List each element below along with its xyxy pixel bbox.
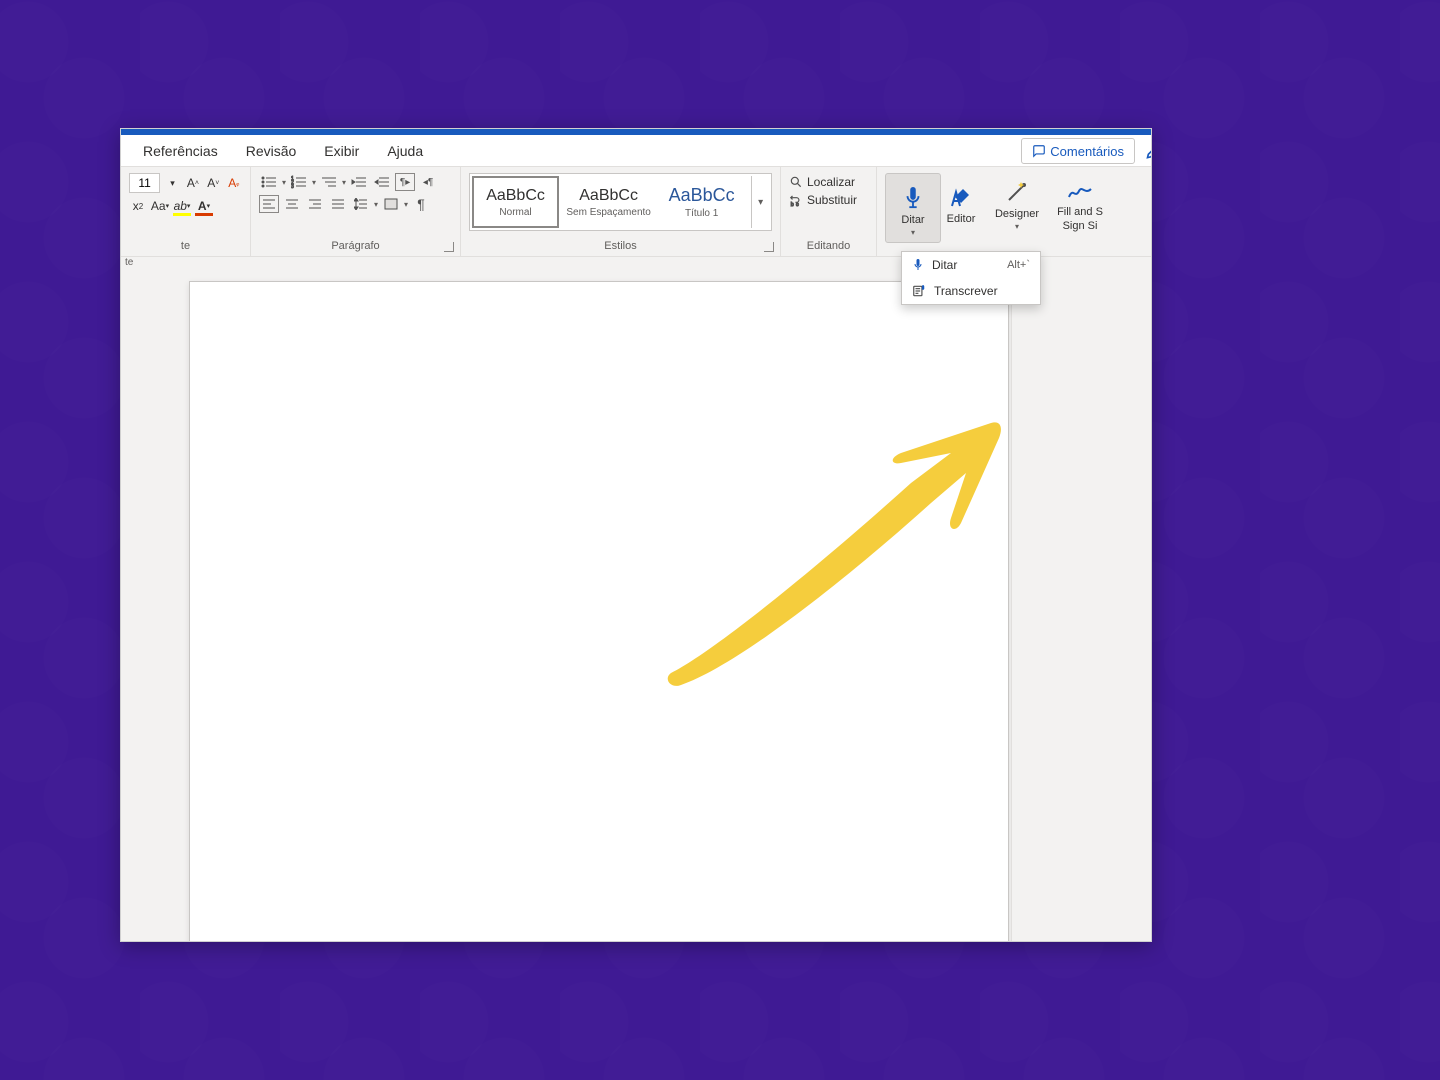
menu-ditar[interactable]: Ditar Alt+` bbox=[902, 252, 1040, 278]
rtl-icon[interactable]: ◂¶ bbox=[418, 173, 438, 191]
word-window: Referências Revisão Exibir Ajuda Comentá… bbox=[120, 128, 1152, 942]
svg-text:3: 3 bbox=[291, 184, 294, 189]
fill-sign-label2: Sign Si bbox=[1063, 220, 1098, 232]
style-preview: AaBbCc bbox=[579, 187, 638, 205]
paragraph-group-label: Parágrafo bbox=[259, 240, 452, 254]
styles-more-button[interactable]: ▾ bbox=[751, 176, 769, 228]
fill-and-sign-button[interactable]: Fill and S Sign Si bbox=[1045, 167, 1115, 237]
microphone-icon bbox=[912, 258, 924, 272]
replace-button[interactable]: bc Substituir bbox=[789, 191, 868, 209]
ribbon: 11 ▾ A˄ A˅ Aᵩ x2 Aa▾ ab▾ A▾ te bbox=[121, 167, 1151, 257]
change-case-icon[interactable]: Aa▾ bbox=[151, 197, 169, 215]
styles-group-label: Estilos bbox=[469, 240, 772, 254]
editor-label: Editor bbox=[947, 213, 976, 225]
svg-text:c: c bbox=[796, 202, 799, 207]
align-left-icon[interactable] bbox=[259, 195, 279, 213]
style-name-label: Normal bbox=[499, 207, 531, 218]
find-button[interactable]: Localizar bbox=[789, 173, 868, 191]
menu-ditar-shortcut: Alt+` bbox=[1007, 259, 1030, 271]
tab-referencias[interactable]: Referências bbox=[129, 135, 232, 166]
replace-icon: bc bbox=[789, 193, 803, 207]
document-page[interactable] bbox=[189, 281, 1009, 942]
fill-sign-label1: Fill and S bbox=[1057, 206, 1103, 218]
editing-group-label: Editando bbox=[789, 240, 868, 254]
menu-transcrever-label: Transcrever bbox=[934, 284, 998, 298]
editor-button[interactable]: Editor bbox=[933, 167, 989, 237]
font-size-input[interactable]: 11 bbox=[129, 173, 160, 193]
superscript-icon[interactable]: x2 bbox=[129, 197, 147, 215]
ltr-icon[interactable]: ¶▸ bbox=[395, 173, 415, 191]
increase-indent-icon[interactable] bbox=[372, 173, 392, 191]
decrease-indent-icon[interactable] bbox=[349, 173, 369, 191]
comments-label: Comentários bbox=[1050, 144, 1124, 159]
style-name-label: Título 1 bbox=[685, 208, 718, 219]
font-color-icon[interactable]: A▾ bbox=[195, 197, 213, 215]
wand-icon bbox=[1003, 178, 1031, 206]
chevron-down-icon: ▾ bbox=[1015, 222, 1019, 231]
style-preview: AaBbCc bbox=[669, 185, 735, 206]
voice-group: Ditar ▾ bbox=[877, 167, 933, 256]
tab-revisao[interactable]: Revisão bbox=[232, 135, 311, 166]
align-center-icon[interactable] bbox=[282, 195, 302, 213]
menu-transcrever[interactable]: Transcrever bbox=[902, 278, 1040, 304]
comment-icon bbox=[1032, 144, 1046, 158]
search-icon bbox=[789, 175, 803, 189]
styles-group: AaBbCc Normal AaBbCc Sem Espaçamento AaB… bbox=[461, 167, 781, 256]
styles-launcher-icon[interactable] bbox=[764, 242, 774, 252]
style-name-label: Sem Espaçamento bbox=[566, 207, 651, 218]
sign-icon bbox=[1066, 176, 1094, 204]
transcribe-icon bbox=[912, 284, 926, 298]
show-marks-icon[interactable]: ¶ bbox=[411, 195, 431, 213]
shrink-font-icon[interactable]: A˅ bbox=[205, 174, 221, 192]
edit-pencil-icon[interactable] bbox=[1145, 141, 1152, 161]
ribbon-tabs: Referências Revisão Exibir Ajuda Comentá… bbox=[121, 135, 1151, 167]
style-normal[interactable]: AaBbCc Normal bbox=[472, 176, 559, 228]
find-label: Localizar bbox=[807, 175, 855, 189]
font-group-label: te bbox=[129, 240, 242, 254]
comments-button[interactable]: Comentários bbox=[1021, 138, 1135, 164]
bullets-icon[interactable] bbox=[259, 173, 279, 191]
align-right-icon[interactable] bbox=[305, 195, 325, 213]
style-titulo-1[interactable]: AaBbCc Título 1 bbox=[658, 176, 745, 228]
editor-icon bbox=[947, 183, 975, 211]
highlight-icon[interactable]: ab▾ bbox=[173, 197, 191, 215]
document-area: te bbox=[121, 257, 1151, 941]
replace-label: Substituir bbox=[807, 193, 857, 207]
tab-exibir[interactable]: Exibir bbox=[310, 135, 373, 166]
styles-gallery: AaBbCc Normal AaBbCc Sem Espaçamento AaB… bbox=[469, 173, 772, 231]
style-preview: AaBbCc bbox=[486, 187, 545, 205]
grow-font-icon[interactable]: A˄ bbox=[185, 174, 201, 192]
clear-formatting-icon[interactable]: Aᵩ bbox=[226, 174, 242, 192]
designer-label: Designer bbox=[995, 208, 1039, 220]
side-panel bbox=[1011, 281, 1151, 942]
paragraph-group: ▾ 123 ▾ ▾ ¶▸ ◂¶ bbox=[251, 167, 461, 256]
tab-ajuda[interactable]: Ajuda bbox=[373, 135, 437, 166]
justify-icon[interactable] bbox=[328, 195, 348, 213]
style-sem-espacamento[interactable]: AaBbCc Sem Espaçamento bbox=[565, 176, 652, 228]
paragraph-launcher-icon[interactable] bbox=[444, 242, 454, 252]
font-group: 11 ▾ A˄ A˅ Aᵩ x2 Aa▾ ab▾ A▾ te bbox=[121, 167, 251, 256]
chevron-down-icon: ▾ bbox=[911, 228, 915, 237]
svg-text:b: b bbox=[791, 202, 794, 207]
ruler-fragment: te bbox=[121, 257, 133, 268]
line-spacing-icon[interactable] bbox=[351, 195, 371, 213]
menu-ditar-label: Ditar bbox=[932, 258, 957, 272]
microphone-icon bbox=[899, 184, 927, 212]
editing-group: Localizar bc Substituir Editando bbox=[781, 167, 877, 256]
dictate-dropdown: Ditar Alt+` Transcrever bbox=[901, 251, 1041, 305]
dictate-label: Ditar bbox=[901, 214, 924, 226]
numbering-icon[interactable]: 123 bbox=[289, 173, 309, 191]
shading-icon[interactable] bbox=[381, 195, 401, 213]
multilevel-list-icon[interactable] bbox=[319, 173, 339, 191]
designer-button[interactable]: Designer ▾ bbox=[989, 167, 1045, 237]
right-tools: Editor Designer ▾ Fill and S Sign Si bbox=[933, 167, 1115, 256]
font-size-chevron-icon[interactable]: ▾ bbox=[164, 174, 180, 192]
